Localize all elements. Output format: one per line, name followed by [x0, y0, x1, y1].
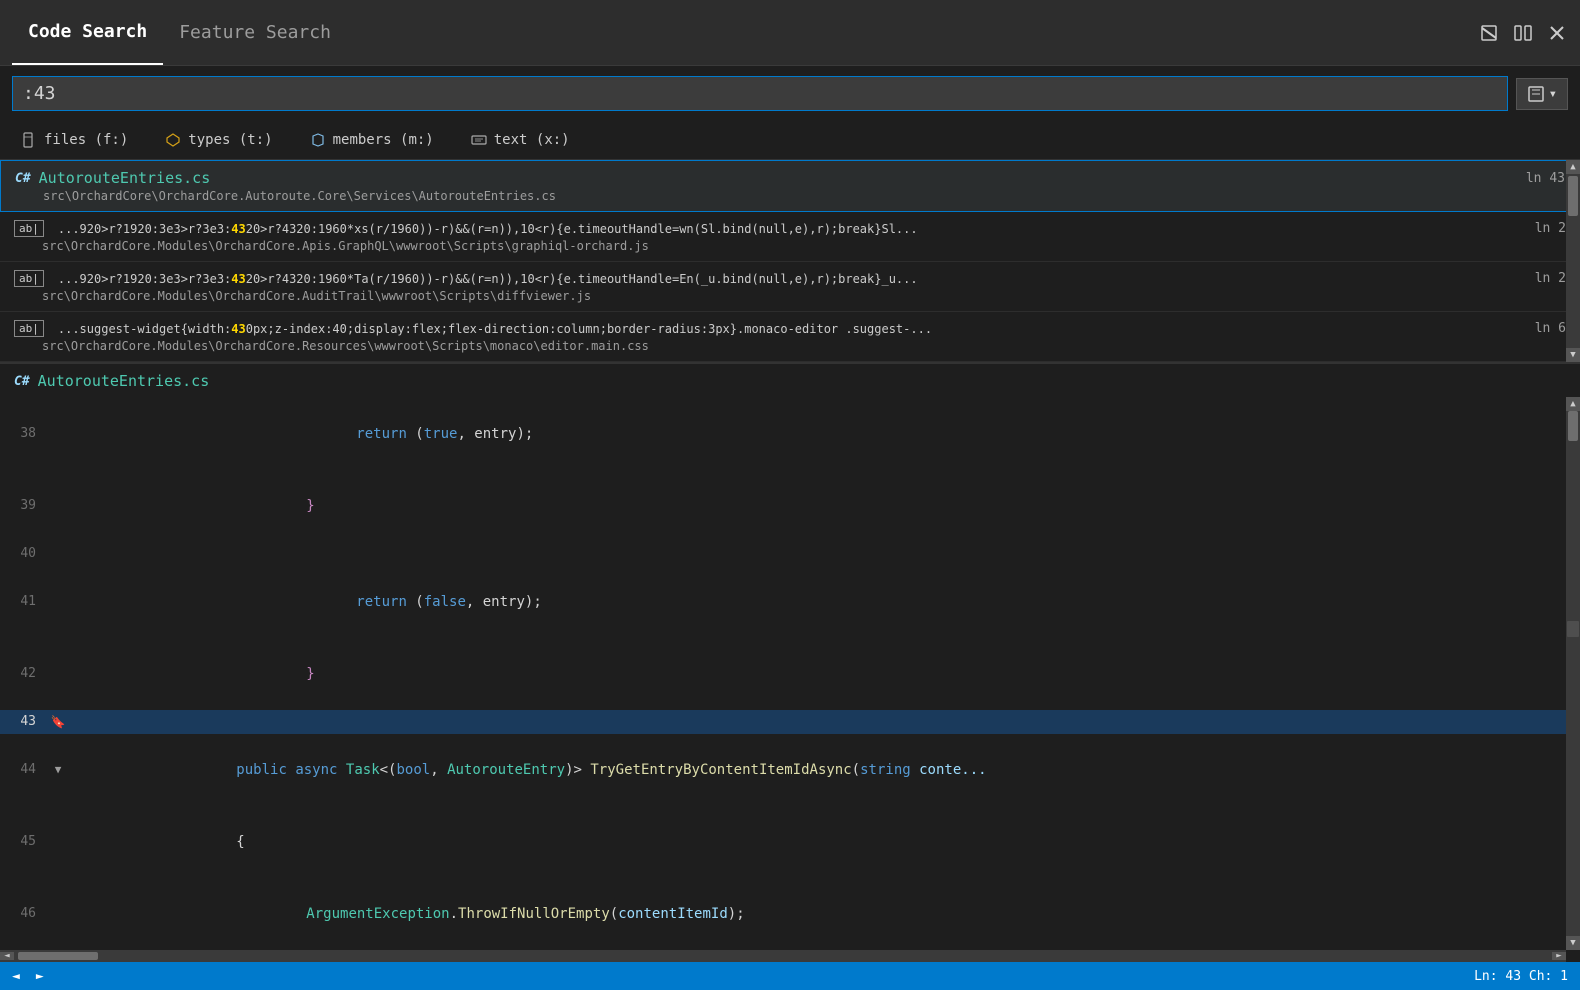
- code-line-46: 46 ArgumentException.ThrowIfNullOrEmpty(…: [0, 878, 1580, 950]
- search-bar-container: ▾: [0, 66, 1580, 121]
- result-code-1: ...920>r?1920:3e3>r?3e3:4320>r?4320:1960…: [58, 222, 918, 236]
- result-linenum-3: ln 6: [1535, 321, 1566, 336]
- code-line-42: 42 }: [0, 638, 1580, 710]
- line-content-39: }: [68, 470, 1580, 542]
- code-viewer-filename: AutorouteEntries.cs: [38, 372, 210, 390]
- text-icon: [470, 131, 488, 149]
- code-scroll-down[interactable]: ▼: [1566, 936, 1580, 950]
- result-path-2: src\OrchardCore.Modules\OrchardCore.Audi…: [14, 289, 1566, 303]
- main-container: ▾ files (f:) types (t:) members (: [0, 66, 1580, 990]
- line-gutter-44[interactable]: ▼: [48, 758, 68, 782]
- text-badge-3: ab|: [14, 320, 44, 337]
- file-icon: [20, 131, 38, 149]
- search-input[interactable]: [12, 76, 1508, 111]
- scrollbar-track: [1566, 174, 1580, 348]
- code-scroll-up[interactable]: ▲: [1566, 397, 1580, 411]
- no-preview-icon[interactable]: [1478, 22, 1500, 44]
- title-bar-icons: [1478, 22, 1568, 44]
- h-scroll-track: [14, 952, 1552, 960]
- line-num-44: 44: [0, 758, 48, 782]
- scrollbar-thumb: [1568, 176, 1578, 216]
- code-viewer-header: C# AutorouteEntries.cs: [0, 363, 1580, 398]
- result-code-2: ...920>r?1920:3e3>r?3e3:4320>r?4320:1960…: [58, 272, 918, 286]
- code-viewer: 38 return (true, entry); 39 } 40: [0, 398, 1580, 990]
- code-line-39: 39 }: [0, 470, 1580, 542]
- filter-files[interactable]: files (f:): [12, 127, 136, 153]
- result-path-3: src\OrchardCore.Modules\OrchardCore.Reso…: [14, 339, 1566, 353]
- result-path-0: src\OrchardCore\OrchardCore.Autoroute.Co…: [15, 189, 1565, 203]
- line-gutter-43: 🔖: [48, 710, 68, 734]
- filter-text[interactable]: text (x:): [462, 127, 578, 153]
- filter-types[interactable]: types (t:): [156, 127, 280, 153]
- line-content-44: public async Task<(bool, AutorouteEntry)…: [68, 734, 1580, 806]
- line-num-43: 43: [0, 710, 48, 734]
- close-icon[interactable]: [1546, 22, 1568, 44]
- result-item-2[interactable]: ab| ...920>r?1920:3e3>r?3e3:4320>r?4320:…: [0, 262, 1580, 312]
- status-scroll-right[interactable]: ►: [36, 969, 44, 984]
- line-num-45: 45: [0, 830, 48, 854]
- minimap-indicator: [1567, 621, 1579, 637]
- line-content-42: }: [68, 638, 1580, 710]
- result-item-3[interactable]: ab| ...suggest-widget{width:430px;z-inde…: [0, 312, 1580, 362]
- line-content-46: ArgumentException.ThrowIfNullOrEmpty(con…: [68, 878, 1580, 950]
- filter-bar: files (f:) types (t:) members (m:): [0, 121, 1580, 160]
- types-icon: [164, 131, 182, 149]
- result-linenum-1: ln 2: [1535, 221, 1566, 236]
- search-dropdown-btn[interactable]: ▾: [1516, 78, 1568, 110]
- horizontal-scrollbar[interactable]: ◄ ►: [0, 950, 1566, 962]
- code-line-45: 45 {: [0, 806, 1580, 878]
- line-content-45: {: [68, 806, 1580, 878]
- h-scroll-left[interactable]: ◄: [0, 952, 14, 960]
- code-line-43: 43 🔖: [0, 710, 1580, 734]
- scrollbar-up-arrow[interactable]: ▲: [1566, 160, 1580, 174]
- line-num-42: 42: [0, 662, 48, 686]
- h-scroll-right[interactable]: ►: [1552, 952, 1566, 960]
- code-line-40: 40: [0, 542, 1580, 566]
- h-scrollbar-thumb: [18, 952, 98, 960]
- result-item-0[interactable]: C# AutorouteEntries.cs ln 43 src\Orchard…: [0, 160, 1580, 212]
- result-item-1[interactable]: ab| ...920>r?1920:3e3>r?3e3:4320>r?4320:…: [0, 212, 1580, 262]
- bookmark-icon: 🔖: [51, 710, 66, 734]
- line-num-46: 46: [0, 902, 48, 926]
- code-viewer-cs-badge: C#: [14, 374, 30, 389]
- code-line-41: 41 return (false, entry);: [0, 566, 1580, 638]
- line-content-41: return (false, entry);: [68, 566, 1580, 638]
- cs-badge-0: C#: [15, 171, 31, 186]
- line-num-38: 38: [0, 422, 48, 446]
- results-scrollbar[interactable]: ▲ ▼: [1566, 160, 1580, 362]
- tab-feature-search[interactable]: Feature Search: [163, 0, 347, 65]
- result-linenum-2: ln 2: [1535, 271, 1566, 286]
- line-num-40: 40: [0, 542, 48, 566]
- code-area: C# AutorouteEntries.cs 38 return (true, …: [0, 363, 1580, 990]
- results-area: C# AutorouteEntries.cs ln 43 src\Orchard…: [0, 160, 1580, 363]
- code-scrollbar[interactable]: ▲ ▼: [1566, 397, 1580, 950]
- filter-members[interactable]: members (m:): [301, 127, 442, 153]
- result-code-3: ...suggest-widget{width:430px;z-index:40…: [58, 322, 932, 336]
- status-line-col: Ln: 43 Ch: 1: [1474, 969, 1568, 984]
- code-scrollbar-thumb: [1568, 411, 1578, 441]
- status-right: Ln: 43 Ch: 1: [1474, 969, 1568, 984]
- status-scroll-left[interactable]: ◄: [12, 969, 20, 984]
- code-line-44: 44 ▼ public async Task<(bool, AutorouteE…: [0, 734, 1580, 806]
- title-bar: Code Search Feature Search: [0, 0, 1580, 66]
- code-line-38: 38 return (true, entry);: [0, 398, 1580, 470]
- line-num-39: 39: [0, 494, 48, 518]
- tab-code-search[interactable]: Code Search: [12, 0, 163, 65]
- status-bar: ◄ ► Ln: 43 Ch: 1: [0, 962, 1580, 990]
- status-left: ◄ ►: [12, 969, 44, 984]
- members-icon: [309, 131, 327, 149]
- code-scrollbar-track: [1566, 411, 1580, 936]
- result-linenum-0: ln 43: [1526, 171, 1565, 186]
- result-path-1: src\OrchardCore.Modules\OrchardCore.Apis…: [14, 239, 1566, 253]
- split-editor-icon[interactable]: [1512, 22, 1534, 44]
- line-content-38: return (true, entry);: [68, 398, 1580, 470]
- result-filename-0: AutorouteEntries.cs: [39, 169, 211, 187]
- text-badge-1: ab|: [14, 220, 44, 237]
- scrollbar-down-arrow[interactable]: ▼: [1566, 348, 1580, 362]
- text-badge-2: ab|: [14, 270, 44, 287]
- line-num-41: 41: [0, 590, 48, 614]
